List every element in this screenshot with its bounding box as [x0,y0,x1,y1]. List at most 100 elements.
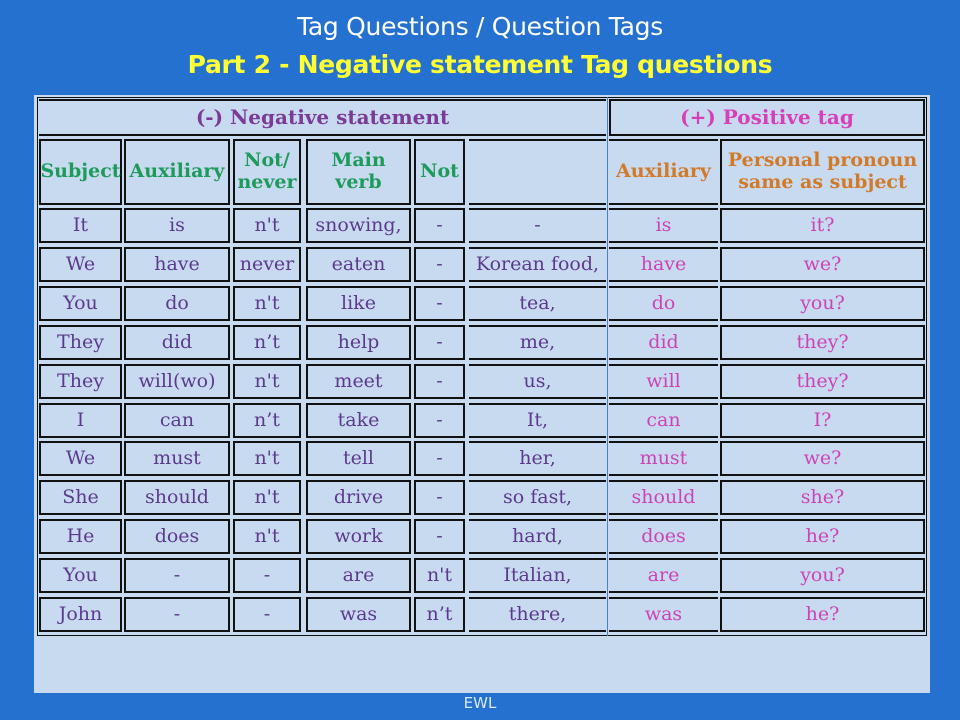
page-subtitle: Part 2 - Negative statement Tag question… [187,50,773,79]
cell-object: hard, [469,519,606,554]
cell-tag-auxiliary: should [609,480,718,515]
cell-main-verb: work [306,519,411,554]
cell-auxiliary: - [124,597,230,632]
cell-not-never: never [233,247,301,282]
cell-not-never: n’t [233,325,301,360]
cell-not: - [414,208,465,243]
cell-tag-auxiliary: do [609,286,718,321]
cell-tag-auxiliary: can [609,403,718,438]
cell-tag-auxiliary: is [609,208,718,243]
cell-main-verb: tell [306,441,411,476]
cell-auxiliary: does [124,519,230,554]
cell-not: - [414,480,465,515]
group-header-negative: (-) Negative statement [39,99,606,136]
cell-pronoun: I? [720,403,925,438]
col-header-tag-auxiliary: Auxiliary [609,139,718,205]
cell-auxiliary: - [124,558,230,593]
cell-object: her, [469,441,606,476]
cell-subject: They [39,325,122,360]
cell-not: - [414,325,465,360]
cell-object: so fast, [469,480,606,515]
cell-object: It, [469,403,606,438]
cell-not-never: - [233,558,301,593]
cell-pronoun: she? [720,480,925,515]
cell-not: - [414,286,465,321]
cell-subject: He [39,519,122,554]
cell-pronoun: you? [720,286,925,321]
cell-object: there, [469,597,606,632]
cell-tag-auxiliary: are [609,558,718,593]
cell-not-never: n't [233,286,301,321]
cell-pronoun: you? [720,558,925,593]
cell-subject: We [39,441,122,476]
cell-auxiliary: have [124,247,230,282]
cell-subject: I [39,403,122,438]
cell-object: us, [469,364,606,399]
cell-not-never: - [233,597,301,632]
cell-subject: They [39,364,122,399]
cell-tag-auxiliary: did [609,325,718,360]
group-header-positive: (+) Positive tag [609,99,925,136]
cell-main-verb: help [306,325,411,360]
cell-pronoun: we? [720,247,925,282]
cell-not-never: n't [233,364,301,399]
cell-not: - [414,519,465,554]
col-header-main-verb: Main verb [306,139,411,205]
cell-main-verb: was [306,597,411,632]
cell-auxiliary: should [124,480,230,515]
cell-object: me, [469,325,606,360]
cell-subject: She [39,480,122,515]
cell-subject: John [39,597,122,632]
cell-subject: We [39,247,122,282]
cell-main-verb: meet [306,364,411,399]
cell-not-never: n't [233,519,301,554]
col-header-not-never: Not/ never [233,139,301,205]
cell-not-never: n't [233,480,301,515]
cell-not: - [414,364,465,399]
cell-tag-auxiliary: have [609,247,718,282]
cell-pronoun: we? [720,441,925,476]
cell-not-never: n't [233,208,301,243]
col-header-object [469,139,606,205]
cell-not: n't [414,558,465,593]
cell-auxiliary: can [124,403,230,438]
col-header-not-never-text: Not/ never [237,149,297,193]
cell-main-verb: are [306,558,411,593]
cell-not: n’t [414,597,465,632]
cell-subject: It [39,208,122,243]
cell-tag-auxiliary: was [609,597,718,632]
cell-object: - [469,208,606,243]
cell-not: - [414,247,465,282]
cell-pronoun: he? [720,597,925,632]
cell-pronoun: they? [720,325,925,360]
cell-main-verb: take [306,403,411,438]
col-header-main-verb-text: Main verb [331,149,386,193]
footer-label: EWL [463,694,497,712]
cell-not-never: n't [233,441,301,476]
cell-main-verb: eaten [306,247,411,282]
cell-object: tea, [469,286,606,321]
cell-object: Italian, [469,558,606,593]
cell-main-verb: drive [306,480,411,515]
page-title: Tag Questions / Question Tags [297,12,663,41]
col-header-subject: Subject [39,139,122,205]
cell-auxiliary: is [124,208,230,243]
cell-tag-auxiliary: does [609,519,718,554]
col-header-not: Not [414,139,465,205]
cell-pronoun: they? [720,364,925,399]
cell-pronoun: it? [720,208,925,243]
col-header-auxiliary: Auxiliary [124,139,230,205]
cell-main-verb: like [306,286,411,321]
cell-auxiliary: do [124,286,230,321]
cell-auxiliary: will(wo) [124,364,230,399]
cell-auxiliary: did [124,325,230,360]
cell-not: - [414,403,465,438]
col-header-pronoun-text: Personal pronoun same as subject [727,149,918,193]
cell-pronoun: he? [720,519,925,554]
cell-tag-auxiliary: must [609,441,718,476]
col-header-pronoun: Personal pronoun same as subject [720,139,925,205]
cell-subject: You [39,286,122,321]
cell-not-never: n’t [233,403,301,438]
cell-not: - [414,441,465,476]
section-divider [607,97,608,636]
